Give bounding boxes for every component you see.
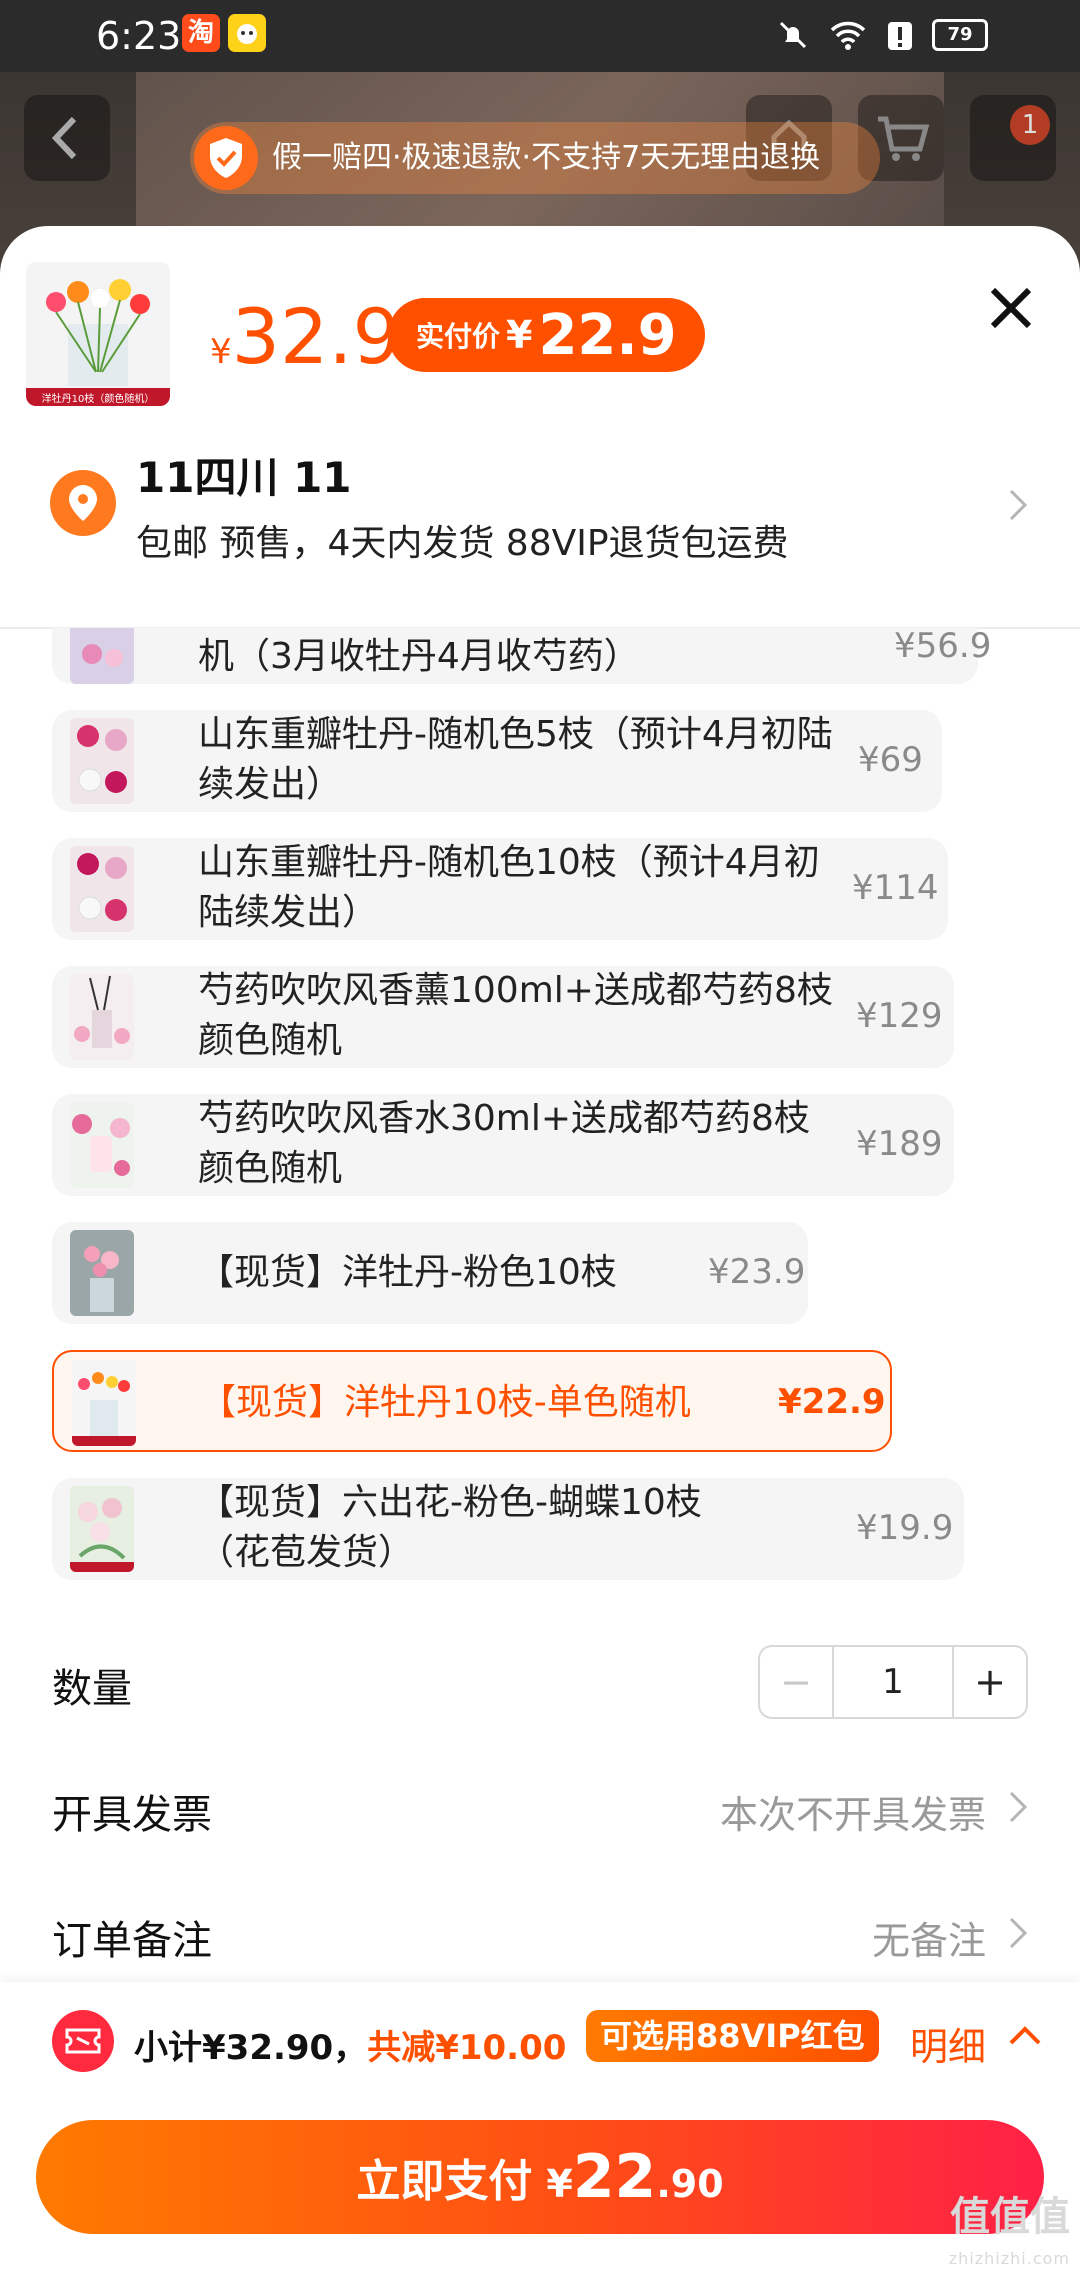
option-label: 【现货】六出花-粉色-蝴蝶10枝（花苞发货） <box>198 1482 702 1573</box>
option-label: 【现货】洋牡丹10枝-单色随机 <box>200 1382 691 1423</box>
watermark-logo: 值值值 <box>950 2194 1070 2240</box>
pay-decimal: .90 <box>656 2162 724 2206</box>
original-price: ¥32.9 <box>210 292 401 381</box>
pay-now-label: 立即支付 <box>356 2156 533 2207</box>
sku-option[interactable]: 芍药吹吹风香薰100ml+送成都芍药8枝颜色随机 ¥129 <box>52 966 954 1068</box>
subtotal-text: 小计¥32.90， <box>134 2028 368 2068</box>
quantity-value[interactable]: 1 <box>834 1647 954 1717</box>
option-label: 【现货】洋牡丹-粉色10枝 <box>198 1252 617 1293</box>
option-price: ¥129 <box>856 996 943 1036</box>
chevron-up-icon[interactable] <box>1008 2024 1042 2046</box>
order-note-value[interactable]: 无备注 <box>872 1910 986 1965</box>
option-thumbnail <box>70 628 134 684</box>
sku-option[interactable]: 【现货】六出花-粉色-蝴蝶10枝（花苞发货） ¥19.9 <box>52 1478 964 1580</box>
guarantee-banner: 假一赔四·极速退款·不支持7天无理由退换 <box>190 122 880 194</box>
option-price: ¥22.9 <box>778 1382 886 1422</box>
quantity-stepper: − 1 + <box>758 1645 1028 1719</box>
option-label: 机（3月收牡丹4月收芍药） <box>198 636 640 677</box>
option-thumbnail <box>70 846 134 932</box>
subtotal-summary: 小计¥32.90，共减¥10.00 <box>134 2020 566 2069</box>
sku-option[interactable]: 山东重瓣牡丹-随机色5枝（预计4月初陆续发出） ¥69 <box>52 710 942 812</box>
actual-pay-label: 实付价 <box>416 320 501 353</box>
sku-option-selected[interactable]: 【现货】洋牡丹10枝-单色随机 ¥22.9 <box>52 1350 892 1452</box>
chevron-right-icon[interactable] <box>1008 488 1028 522</box>
option-thumbnail <box>70 1102 134 1188</box>
status-icons: 79 <box>776 18 988 52</box>
option-thumbnail <box>70 974 134 1060</box>
back-arrow-icon <box>51 116 77 160</box>
shield-icon <box>194 126 258 190</box>
flower-image-icon <box>26 262 170 406</box>
sku-option[interactable]: 山东重瓣牡丹-随机色10枝（预计4月初陆续发出） ¥114 <box>52 838 948 940</box>
actual-pay-value: 22.9 <box>538 302 677 368</box>
option-price: ¥114 <box>852 868 939 908</box>
alert-icon <box>888 22 912 50</box>
pay-now-button[interactable]: 立即支付 ¥22.90 <box>36 2120 1044 2234</box>
actual-pay-currency: ¥ <box>506 313 533 357</box>
battery-level: 79 <box>932 19 988 51</box>
pay-currency: ¥ <box>546 2162 573 2206</box>
taobao-app-icon: 淘 <box>182 14 220 52</box>
pay-integer: 22 <box>572 2142 657 2212</box>
option-price: ¥19.9 <box>856 1508 954 1548</box>
wifi-icon <box>830 21 866 50</box>
option-label: 山东重瓣牡丹-随机色10枝（预计4月初陆续发出） <box>198 842 820 933</box>
watermark-url: zhizhizhi.com <box>948 2249 1070 2268</box>
option-thumbnail <box>70 718 134 804</box>
vip-coupon-button[interactable]: 可选用88VIP红包 <box>586 2010 879 2062</box>
chevron-right-icon[interactable] <box>1008 1790 1028 1824</box>
cart-count-badge: 1 <box>1010 105 1050 145</box>
price-currency: ¥ <box>210 332 232 372</box>
option-label: 山东重瓣牡丹-随机色5枝（预计4月初陆续发出） <box>198 714 833 805</box>
back-button[interactable] <box>24 95 110 181</box>
quantity-label: 数量 <box>52 1666 132 1712</box>
detail-link[interactable]: 明细 <box>910 2016 986 2071</box>
sku-option[interactable]: 机（3月收牡丹4月收芍药） ¥56.9 <box>52 628 991 684</box>
coupon-icon <box>52 2010 114 2072</box>
option-price: ¥23.9 <box>708 1252 806 1292</box>
option-price: ¥189 <box>856 1124 943 1164</box>
option-thumbnail <box>70 1230 134 1316</box>
quantity-plus-button[interactable]: + <box>954 1647 1026 1717</box>
invoice-value[interactable]: 本次不开具发票 <box>720 1784 986 1839</box>
option-thumbnail <box>70 1486 134 1572</box>
sku-option[interactable]: 【现货】洋牡丹-粉色10枝 ¥23.9 <box>52 1222 808 1324</box>
thumbnail-caption: 洋牡丹10枝（颜色随机） <box>41 394 155 405</box>
option-label: 芍药吹吹风香水30ml+送成都芍药8枝颜色随机 <box>198 1098 810 1189</box>
address-name[interactable]: 11四川 11 <box>136 444 352 505</box>
product-thumbnail[interactable]: 洋牡丹10枝（颜色随机） <box>26 262 170 406</box>
close-icon[interactable] <box>985 282 1037 334</box>
status-bar: 6:23 淘 79 <box>0 0 1080 72</box>
notification-app-icon <box>228 14 266 52</box>
price-value: 32.9 <box>231 292 401 381</box>
chevron-right-icon[interactable] <box>1008 1916 1028 1950</box>
more-button[interactable]: 1 <box>970 95 1056 181</box>
option-price: ¥69 <box>858 740 923 780</box>
quantity-minus-button[interactable]: − <box>760 1647 834 1717</box>
sku-option[interactable]: 芍药吹吹风香水30ml+送成都芍药8枝颜色随机 ¥189 <box>52 1094 954 1196</box>
option-label: 芍药吹吹风香薰100ml+送成都芍药8枝颜色随机 <box>198 970 833 1061</box>
watermark: 值值值 zhizhizhi.com <box>949 2196 1070 2280</box>
shipping-info: 包邮 预售，4天内发货 88VIP退货包运费 <box>136 523 789 564</box>
order-note-label: 订单备注 <box>52 1918 212 1964</box>
location-pin-icon <box>50 470 116 536</box>
sku-options-list[interactable]: 机（3月收牡丹4月收芍药） ¥56.9 山东重瓣牡丹-随机色5枝（预计4月初陆续… <box>16 628 1064 1588</box>
mute-icon <box>779 21 807 49</box>
guarantee-text: 假一赔四·极速退款·不支持7天无理由退换 <box>272 140 821 175</box>
pay-amount: ¥22.90 <box>546 2142 723 2212</box>
status-time: 6:23 <box>96 14 182 58</box>
option-thumbnail <box>72 1360 136 1446</box>
actual-pay-price-badge: 实付价 ¥ 22.9 <box>388 298 705 372</box>
discount-text: 共减¥10.00 <box>367 2028 567 2068</box>
option-price: ¥56.9 <box>894 628 992 666</box>
invoice-label: 开具发票 <box>52 1792 212 1838</box>
